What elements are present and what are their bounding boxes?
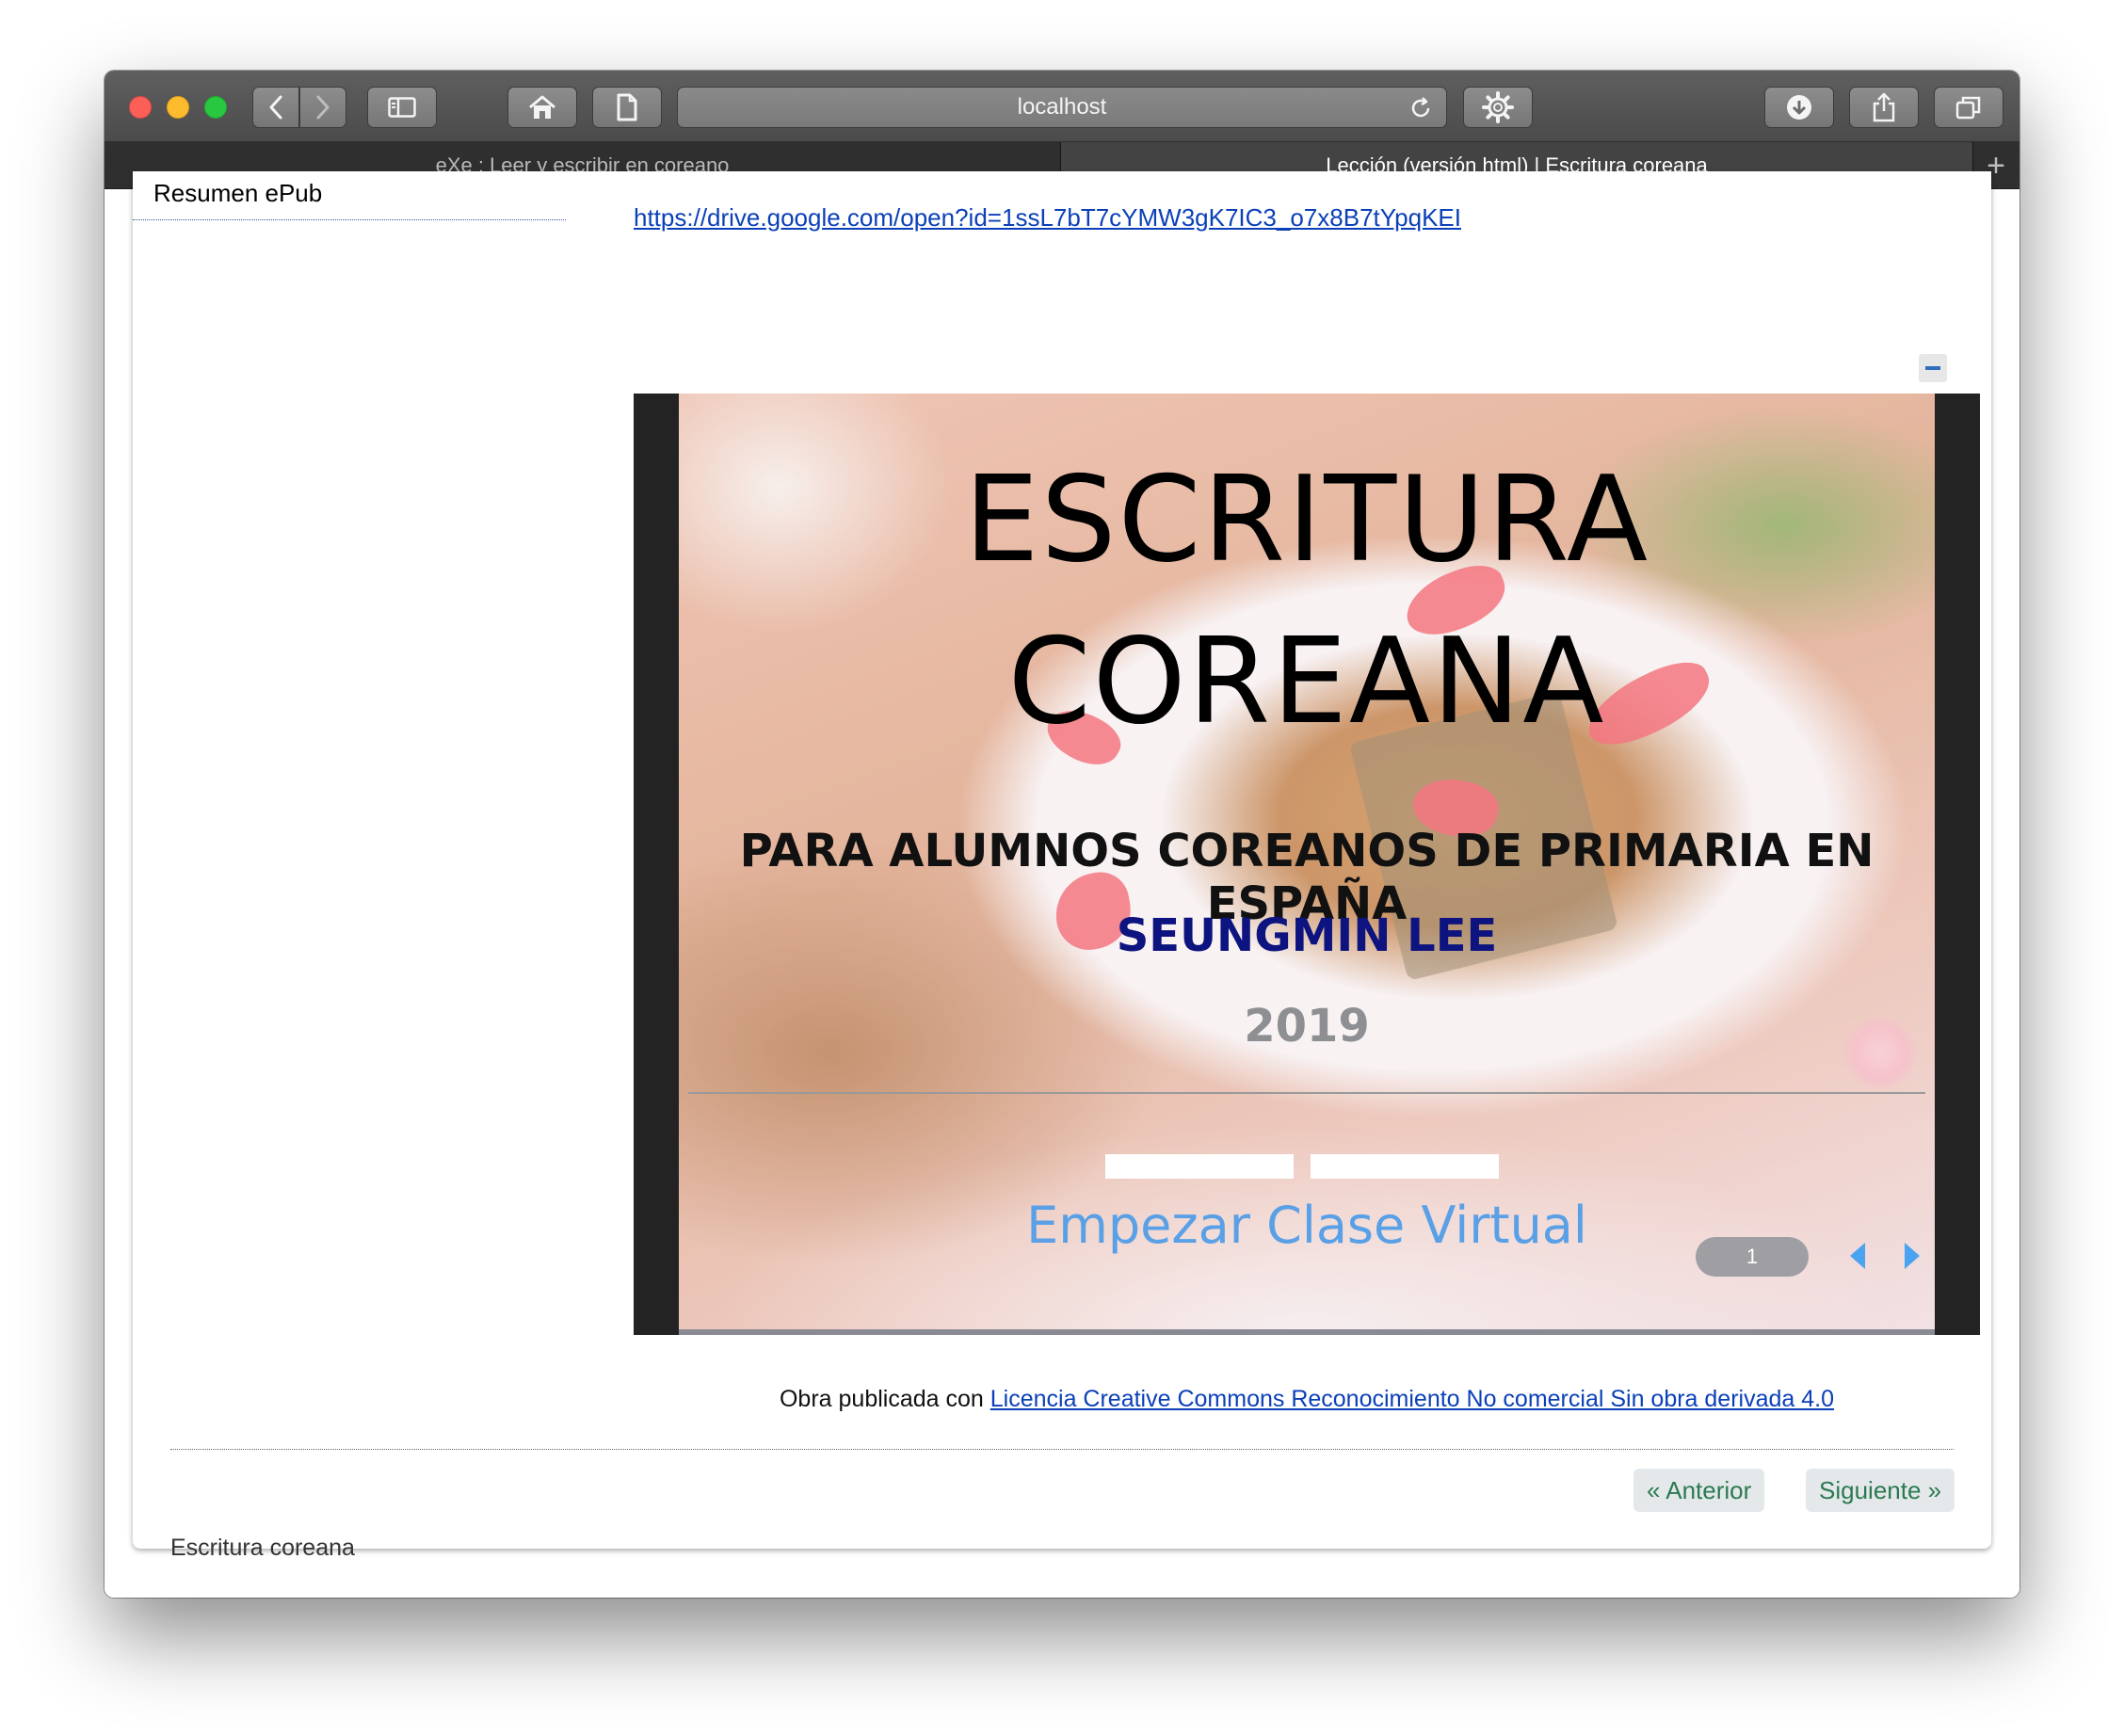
prev-slide-icon[interactable]: [1850, 1243, 1865, 1269]
license-prefix: Obra publicada con: [779, 1386, 984, 1412]
slide-title-line1: ESCRITURA: [963, 450, 1650, 588]
forward-button[interactable]: [299, 87, 346, 128]
close-window-button[interactable]: [129, 96, 152, 119]
next-slide-icon[interactable]: [1905, 1243, 1920, 1269]
download-icon: [1787, 95, 1811, 120]
slide-title-line2: COREANA: [1007, 612, 1606, 750]
tabs-overview-button[interactable]: [1934, 87, 2003, 128]
slide-blank-button[interactable]: [1311, 1154, 1499, 1179]
slide: ESCRITURA COREANA PARA ALUMNOS COREANOS …: [679, 394, 1935, 1335]
gear-icon: [1482, 91, 1514, 123]
sidebar-item-resumen-epub[interactable]: Resumen ePub: [133, 171, 566, 220]
zoom-window-button[interactable]: [204, 96, 227, 119]
slide-year: 2019: [1244, 1000, 1370, 1053]
back-button[interactable]: [252, 87, 299, 128]
page-content: Resumen ePub https://drive.google.com/op…: [133, 171, 1991, 1561]
sidebar-item-label: Resumen ePub: [153, 179, 323, 207]
reload-icon[interactable]: [1408, 96, 1433, 121]
page-button[interactable]: [592, 87, 662, 128]
slide-author: SEUNGMIN LEE: [1116, 909, 1498, 962]
slide-page-indicator: 1: [1696, 1237, 1809, 1277]
back-icon: [269, 95, 282, 120]
home-button[interactable]: [507, 87, 577, 128]
home-icon: [529, 95, 555, 119]
minimize-window-button[interactable]: [167, 96, 189, 119]
footer-title: Escritura coreana: [170, 1535, 355, 1561]
forward-icon: [316, 95, 330, 120]
sidebar-toggle-button[interactable]: [367, 87, 437, 128]
share-icon: [1873, 92, 1895, 122]
collapse-button[interactable]: [1919, 354, 1947, 382]
downloads-button[interactable]: [1764, 87, 1834, 128]
settings-button[interactable]: [1463, 87, 1533, 128]
browser-toolbar: localhost: [105, 71, 2019, 142]
minus-icon: [1925, 366, 1940, 370]
license-link[interactable]: Licencia Creative Commons Reconocimiento…: [990, 1386, 1834, 1412]
next-page-button[interactable]: Siguiente »: [1806, 1469, 1955, 1512]
page-icon: [617, 93, 637, 121]
address-bar[interactable]: localhost: [677, 87, 1447, 128]
drive-link[interactable]: https://drive.google.com/open?id=1ssL7bT…: [634, 203, 1461, 233]
share-button[interactable]: [1849, 87, 1919, 128]
page-viewport: Resumen ePub https://drive.google.com/op…: [105, 171, 2019, 1598]
slide-progress-track: [679, 1329, 1935, 1335]
license-line: Obra publicada con Licencia Creative Com…: [133, 1386, 1991, 1413]
divider: [170, 1449, 1954, 1450]
address-text: localhost: [1017, 94, 1107, 120]
presentation-embed[interactable]: ESCRITURA COREANA PARA ALUMNOS COREANOS …: [634, 394, 1980, 1335]
sidebar-icon: [388, 97, 416, 118]
slide-divider: [688, 1092, 1925, 1094]
slide-blank-button[interactable]: [1105, 1154, 1294, 1179]
tabs-icon: [1955, 96, 1981, 120]
previous-page-button[interactable]: « Anterior: [1633, 1469, 1765, 1512]
browser-window: localhost eXe : Leer y escribir en corea…: [105, 71, 2019, 1598]
